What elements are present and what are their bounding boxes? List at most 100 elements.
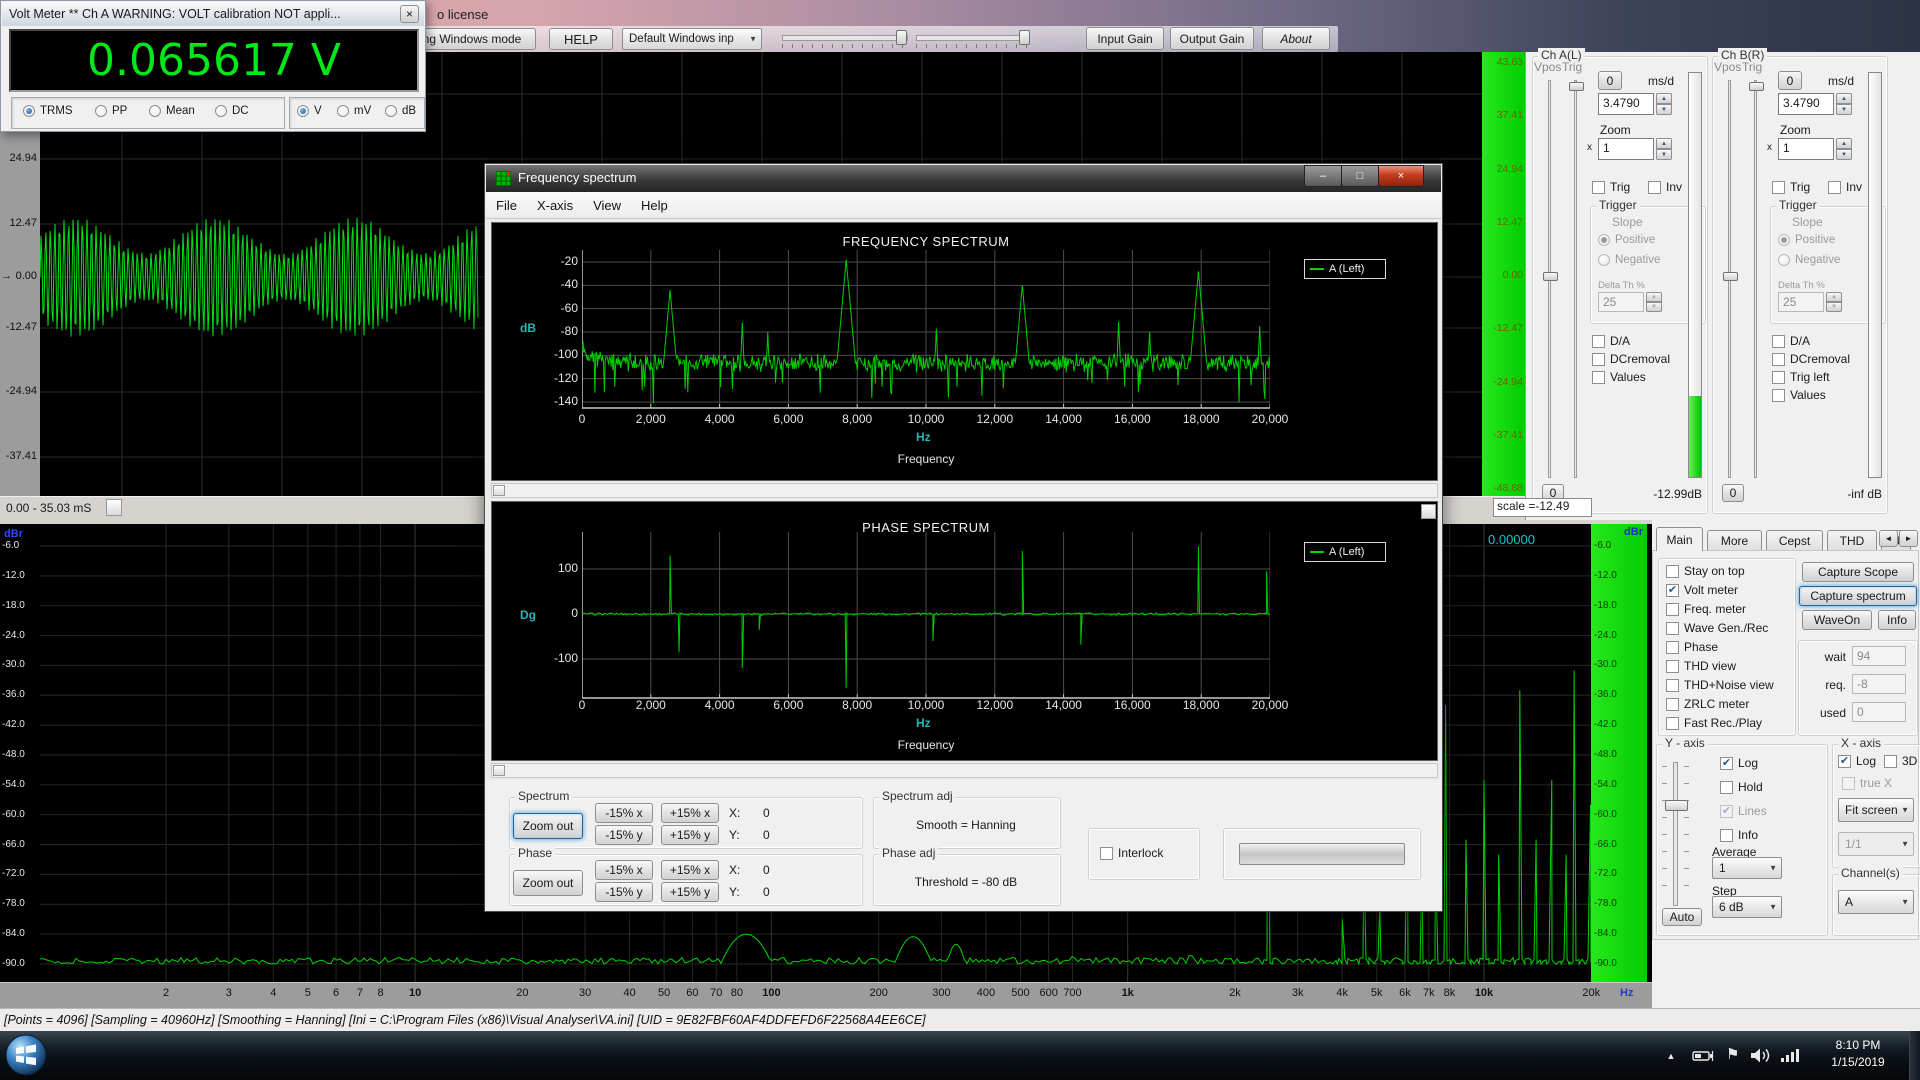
close-button[interactable]: × xyxy=(400,5,419,23)
ch-a-delta-spinner[interactable]: ▲▼ xyxy=(1646,292,1662,312)
used-field[interactable]: 0 xyxy=(1852,702,1906,722)
opt-phase[interactable]: Phase xyxy=(1666,640,1718,654)
ch-a-dcremoval-checkbox-box[interactable] xyxy=(1592,353,1605,366)
ch-a-values-checkbox[interactable]: Values xyxy=(1592,370,1646,384)
ch-a-vpos-slider-thumb[interactable] xyxy=(1543,272,1558,281)
window-titlebar[interactable]: Volt Meter ** Ch A WARNING: VOLT calibra… xyxy=(2,2,424,26)
y-axis-lines-checkbox[interactable]: ✔Lines xyxy=(1720,804,1767,818)
ch-b-trig-checkbox-box[interactable] xyxy=(1772,181,1785,194)
ch-a-inv-checkbox[interactable]: Inv xyxy=(1648,180,1682,194)
chart1-h-scrollbar[interactable] xyxy=(491,483,1438,498)
y-axis-log-checkbox[interactable]: ✔Log xyxy=(1720,756,1758,770)
input-gain-slider[interactable] xyxy=(782,35,908,41)
x-axis-truex-checkbox[interactable]: true X xyxy=(1842,776,1892,790)
y-axis-log-checkbox-box[interactable]: ✔ xyxy=(1720,757,1733,770)
phase-zoom-1-button[interactable]: +15% x xyxy=(661,860,719,880)
opt-thdnoiseview[interactable]: THD+Noise view xyxy=(1666,678,1774,692)
ch-a-da-checkbox-box[interactable] xyxy=(1592,335,1605,348)
info-button[interactable]: Info xyxy=(1878,610,1916,630)
voltmeter-mode-pp-radio[interactable] xyxy=(95,105,107,117)
opt-zrlcmeter-box[interactable] xyxy=(1666,698,1679,711)
ch-a-inv-checkbox-box[interactable] xyxy=(1648,181,1661,194)
wait-field[interactable]: 94 xyxy=(1852,646,1906,666)
voltmeter-unit-v-radio[interactable] xyxy=(297,105,309,117)
menu-view[interactable]: View xyxy=(583,193,631,218)
voltmeter-mode-mean-radio[interactable] xyxy=(149,105,161,117)
x-axis-truex-checkbox-box[interactable] xyxy=(1842,777,1855,790)
ch-b-delta-field[interactable]: 25 xyxy=(1778,292,1824,312)
step-select[interactable]: 6 dB▼ xyxy=(1712,896,1782,918)
input-gain-button[interactable]: Input Gain xyxy=(1086,27,1164,50)
phase-zoom-2-button[interactable]: -15% y xyxy=(595,882,653,902)
ch-a-zoom-spinner[interactable]: ▲▼ xyxy=(1656,138,1672,160)
network-icon[interactable] xyxy=(1780,1047,1804,1063)
ch-a-slope-positive-radio[interactable] xyxy=(1598,234,1610,246)
ch-a-slope-positive[interactable]: Positive xyxy=(1598,234,1655,246)
ch-b-time-div-spinner[interactable]: ▲▼ xyxy=(1836,93,1852,115)
opt-freqmeter-box[interactable] xyxy=(1666,603,1679,616)
ch-b-trigleft-checkbox[interactable]: Trig left xyxy=(1772,370,1830,384)
capture-spectrum-button[interactable]: Capture spectrum xyxy=(1799,586,1917,606)
ch-b-time-div-spinner-up[interactable]: ▲ xyxy=(1836,93,1852,104)
tab-main[interactable]: Main xyxy=(1656,527,1703,551)
help-button[interactable]: HELP xyxy=(549,28,613,50)
ch-b-slope-positive[interactable]: Positive xyxy=(1778,234,1835,246)
ch-a-zoom-field[interactable]: 1 xyxy=(1598,138,1654,160)
input-device-select[interactable]: Default Windows inp▼ xyxy=(622,28,762,50)
ch-b-inv-checkbox[interactable]: Inv xyxy=(1828,180,1862,194)
spectrum-zoom-2-button[interactable]: -15% y xyxy=(595,825,653,845)
opt-wavegenrec[interactable]: Wave Gen./Rec xyxy=(1666,621,1768,635)
opt-fastrecplay-box[interactable] xyxy=(1666,717,1679,730)
average-select[interactable]: 1▼ xyxy=(1712,857,1782,879)
ch-a-slope-negative[interactable]: Negative xyxy=(1598,254,1660,266)
ch-b-time-div-field[interactable]: 3.4790 xyxy=(1778,93,1834,115)
y-axis-info-checkbox-box[interactable] xyxy=(1720,829,1733,842)
ch-a-time-div-field[interactable]: 3.4790 xyxy=(1598,93,1654,115)
ch-b-zoom-spinner-down[interactable]: ▼ xyxy=(1836,149,1852,160)
menu-file[interactable]: File xyxy=(486,193,527,218)
ch-a-time-div-spinner-down[interactable]: ▼ xyxy=(1656,104,1672,115)
ch-b-delta-spinner[interactable]: ▲▼ xyxy=(1826,292,1842,312)
minimize-button[interactable]: – xyxy=(1304,165,1342,187)
ch-a-delta-spinner-down[interactable]: ▼ xyxy=(1646,302,1662,312)
input-gain-slider-thumb[interactable] xyxy=(896,30,907,45)
voltmeter-mode-dc[interactable]: DC xyxy=(215,105,249,117)
ch-a-trig-checkbox[interactable]: Trig xyxy=(1592,180,1630,194)
ch-b-delta-spinner-up[interactable]: ▲ xyxy=(1826,292,1842,302)
ch-b-zero-button[interactable]: 0 xyxy=(1722,484,1744,502)
ch-b-trig-checkbox[interactable]: Trig xyxy=(1772,180,1810,194)
ch-a-values-checkbox-box[interactable] xyxy=(1592,371,1605,384)
menu-xaxis[interactable]: X-axis xyxy=(527,193,583,218)
ch-b-trig-slider[interactable] xyxy=(1754,80,1757,478)
start-button[interactable] xyxy=(4,1033,50,1079)
phase-zoom-0-button[interactable]: -15% x xyxy=(595,860,653,880)
output-gain-button[interactable]: Output Gain xyxy=(1170,27,1254,50)
opt-wavegenrec-box[interactable] xyxy=(1666,622,1679,635)
opt-stayontop[interactable]: Stay on top xyxy=(1666,564,1745,578)
ch-a-zoom-spinner-down[interactable]: ▼ xyxy=(1656,149,1672,160)
spectrum-zoom-0-button[interactable]: -15% x xyxy=(595,803,653,823)
ch-b-pos-reset-button[interactable]: 0 xyxy=(1778,71,1802,90)
ch-b-slope-negative[interactable]: Negative xyxy=(1778,254,1840,266)
y-axis-slider-thumb[interactable] xyxy=(1665,800,1688,811)
voltmeter-unit-db-radio[interactable] xyxy=(385,105,397,117)
ch-b-da-checkbox-box[interactable] xyxy=(1772,335,1785,348)
fit-screen-select[interactable]: Fit screen▼ xyxy=(1838,798,1914,822)
opt-voltmeter-box[interactable]: ✔ xyxy=(1666,584,1679,597)
y-axis-lines-checkbox-box[interactable]: ✔ xyxy=(1720,805,1733,818)
ch-a-time-div-spinner[interactable]: ▲▼ xyxy=(1656,93,1672,115)
voltmeter-unit-mv[interactable]: mV xyxy=(337,105,371,117)
tab-scroll-right[interactable]: ► xyxy=(1899,530,1918,547)
channel-select[interactable]: A▼ xyxy=(1838,890,1914,914)
chart2-scrollbar-thumb[interactable] xyxy=(493,765,505,776)
wave-on-button[interactable]: WaveOn xyxy=(1802,610,1872,630)
interlock-checkbox[interactable]: Interlock xyxy=(1100,846,1163,860)
ch-a-delta-spinner-up[interactable]: ▲ xyxy=(1646,292,1662,302)
menu-help[interactable]: Help xyxy=(631,193,678,218)
y-axis-info-checkbox[interactable]: Info xyxy=(1720,828,1758,842)
show-desktop-button[interactable] xyxy=(1909,1031,1920,1080)
x-axis-3d-checkbox[interactable]: 3D xyxy=(1884,754,1917,768)
scope-h-scrollbar-thumb[interactable] xyxy=(106,499,122,516)
ch-b-values-checkbox[interactable]: Values xyxy=(1772,388,1826,402)
ratio-select[interactable]: 1/1▼ xyxy=(1838,832,1914,856)
